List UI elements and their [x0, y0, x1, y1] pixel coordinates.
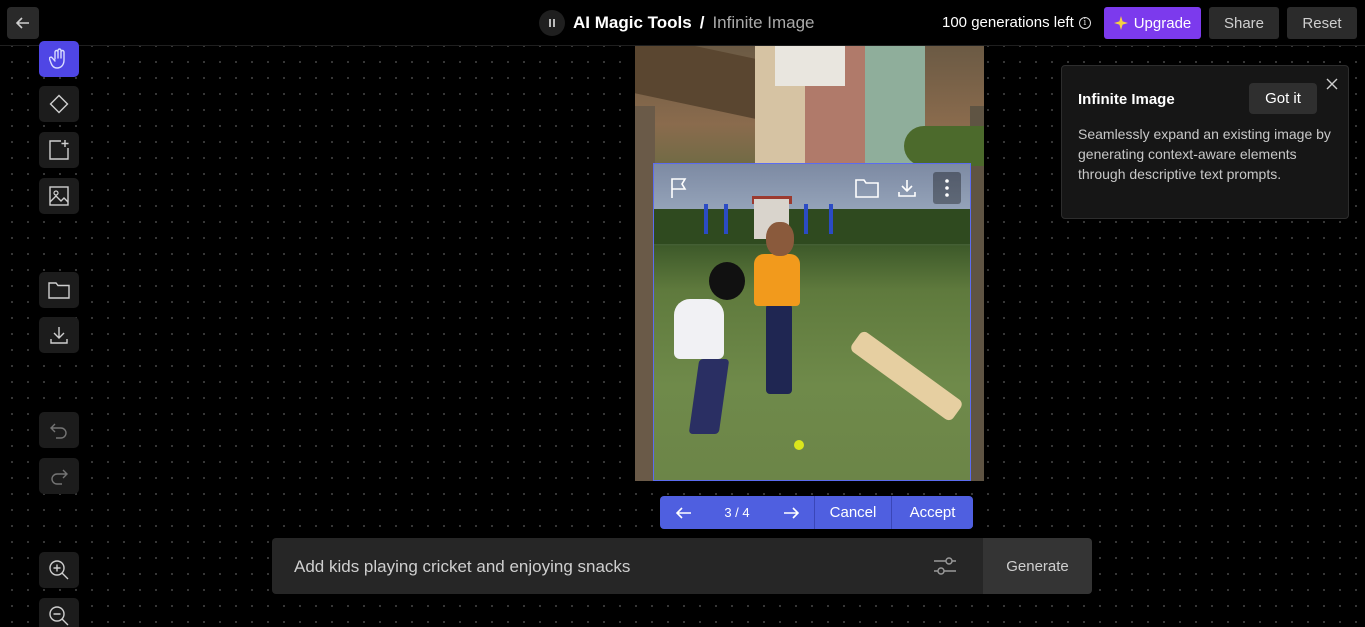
info-popup: Infinite Image Got it Seamlessly expand … — [1061, 65, 1349, 219]
zoom-in-icon — [49, 560, 69, 580]
title-group: AI Magic Tools / Infinite Image — [539, 10, 815, 36]
flag-shape — [804, 204, 808, 234]
hand-icon — [49, 48, 65, 69]
sky-shape — [775, 46, 845, 86]
undo-button[interactable] — [39, 412, 79, 448]
plants-shape — [904, 126, 984, 166]
flag-shape — [724, 204, 728, 234]
close-icon[interactable] — [1324, 76, 1340, 92]
add-frame-icon — [49, 140, 69, 160]
cancel-button[interactable]: Cancel — [815, 496, 891, 529]
flag-shape — [704, 204, 708, 234]
arrow-left-icon — [675, 506, 691, 519]
trees-shape — [654, 209, 970, 244]
download-icon — [50, 327, 68, 344]
folder-icon[interactable] — [853, 174, 881, 202]
image-tool-button[interactable] — [39, 178, 79, 214]
prompt-text: Add kids playing cricket and enjoying sn… — [294, 557, 631, 576]
undo-icon — [50, 423, 67, 439]
app-title: AI Magic Tools — [573, 13, 692, 32]
arrow-left-icon — [16, 17, 29, 29]
kid-head-shape — [709, 262, 745, 300]
kid-body-shape — [754, 254, 800, 306]
flag-shape — [829, 204, 833, 234]
cricket-ball-shape — [794, 440, 804, 450]
arrow-right-icon — [783, 506, 799, 519]
sliders-icon[interactable] — [932, 555, 958, 577]
original-image[interactable] — [653, 163, 971, 481]
cricket-bat-shape — [848, 329, 965, 423]
eraser-tool-button[interactable] — [39, 86, 79, 122]
open-folder-button[interactable] — [39, 272, 79, 308]
upgrade-label: Upgrade — [1133, 14, 1192, 32]
upgrade-button[interactable]: Upgrade — [1104, 7, 1201, 39]
top-bar: AI Magic Tools / Infinite Image 100 gene… — [0, 0, 1365, 46]
info-icon[interactable]: i — [1078, 16, 1091, 29]
variation-count: 3 / 4 — [724, 505, 750, 520]
zoom-in-button[interactable] — [39, 552, 79, 588]
got-it-button[interactable]: Got it — [1249, 83, 1317, 114]
zoom-out-icon — [49, 606, 69, 626]
accept-button[interactable]: Accept — [892, 496, 973, 529]
back-button[interactable] — [7, 7, 39, 39]
redo-button[interactable] — [39, 458, 79, 494]
download-button[interactable] — [39, 317, 79, 353]
add-frame-tool-button[interactable] — [39, 132, 79, 168]
reset-button[interactable]: Reset — [1287, 7, 1357, 39]
image-icon — [49, 186, 69, 206]
kid-legs-shape — [688, 359, 730, 434]
tool-title: Infinite Image — [712, 13, 815, 32]
folder-icon — [48, 282, 70, 299]
download-icon[interactable] — [893, 174, 921, 202]
zoom-out-button[interactable] — [39, 598, 79, 627]
kid-body-shape — [674, 299, 724, 359]
variation-pager: 3 / 4 Cancel Accept — [660, 496, 973, 529]
next-button[interactable] — [767, 496, 814, 529]
pause-icon[interactable] — [539, 10, 565, 36]
eraser-icon — [49, 94, 69, 114]
prompt-input[interactable]: Add kids playing cricket and enjoying sn… — [272, 538, 983, 594]
generations-counter: 100 generations left i — [942, 14, 1091, 31]
more-options-icon[interactable] — [933, 172, 961, 204]
wall-shape — [635, 106, 655, 481]
flag-icon[interactable] — [665, 174, 693, 202]
generate-button[interactable]: Generate — [983, 538, 1092, 594]
kid-head-shape — [766, 222, 794, 256]
popup-title: Infinite Image — [1078, 91, 1175, 108]
popup-description: Seamlessly expand an existing image by g… — [1078, 126, 1331, 182]
hand-tool-button[interactable] — [39, 41, 79, 77]
share-button[interactable]: Share — [1209, 7, 1279, 39]
generations-left-text: 100 generations left — [942, 14, 1074, 31]
kid-legs-shape — [766, 304, 792, 394]
previous-button[interactable] — [660, 496, 707, 529]
title-separator: / — [699, 13, 705, 32]
redo-icon — [51, 469, 68, 485]
sparkle-icon — [1113, 16, 1128, 30]
